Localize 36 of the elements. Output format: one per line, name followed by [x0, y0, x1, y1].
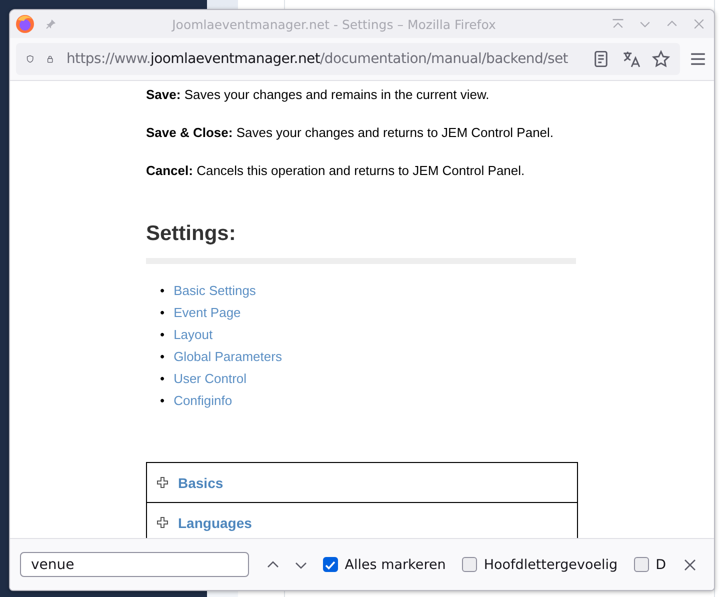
plus-icon[interactable]	[157, 517, 168, 528]
window-title: Joomlaeventmanager.net - Settings – Mozilla Firefox	[170, 16, 497, 32]
bullet: •	[160, 304, 165, 322]
settings-link[interactable]: User Control	[174, 368, 247, 390]
settings-link[interactable]: Layout	[174, 324, 213, 346]
search-field[interactable]: venue	[20, 552, 249, 577]
close-button[interactable]	[682, 556, 698, 572]
address-bar[interactable]: https://www.joomlaeventmanager.net/documentation/manual/backend/set	[16, 43, 680, 75]
bullet: •	[160, 326, 165, 344]
settings-link[interactable]: Global Parameters	[174, 346, 282, 368]
plus-icon[interactable]	[157, 477, 168, 488]
accordion-header[interactable]: Languages	[178, 514, 252, 530]
settings-link[interactable]: Basic Settings	[174, 280, 256, 302]
firefox-logo-icon	[15, 14, 35, 34]
close-icon	[682, 556, 698, 572]
option-label: Alles markeren	[344, 556, 446, 572]
settings-link[interactable]: Event Page	[174, 302, 241, 324]
settings-link[interactable]: Configinfo	[174, 390, 232, 412]
star-icon[interactable]	[652, 50, 670, 68]
option-label: Hoofdlettergevoelig	[484, 556, 618, 572]
translate-icon[interactable]	[622, 50, 640, 68]
checkbox[interactable]	[462, 557, 477, 572]
url-text: https://www.joomlaeventmanager.net/documentation/manual/backend/set	[66, 51, 568, 67]
option-label: D	[656, 556, 666, 572]
description-text: Cancel: Cancels this operation and returns to JEM Control Panel.	[146, 162, 526, 180]
bullet: •	[160, 282, 165, 300]
section-heading: Settings:	[146, 222, 236, 246]
checkbox[interactable]	[634, 557, 649, 572]
bullet: •	[160, 348, 165, 366]
description-text: Save & Close: Saves your changes and returns to JEM Control Panel.	[146, 124, 555, 142]
description-text: Save: Saves your changes and remains in the current view.	[146, 86, 490, 104]
accordion-header[interactable]: Basics	[178, 474, 224, 490]
bullet: •	[160, 370, 165, 388]
reader-view-icon[interactable]	[592, 50, 610, 68]
checkbox[interactable]	[322, 557, 338, 572]
bullet: •	[160, 392, 165, 410]
